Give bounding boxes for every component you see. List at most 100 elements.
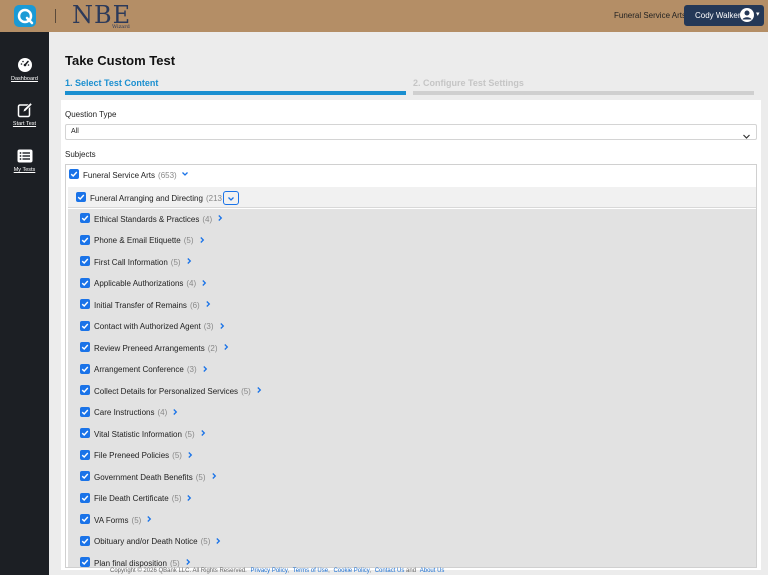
tree-topic-item: Obituary and/or Death Notice (5) (80, 535, 222, 551)
chevron-right-icon[interactable] (199, 429, 207, 439)
tree-topics-list: Ethical Standards & Practices (4) Phone & … (68, 209, 756, 568)
step-select-test-content[interactable]: 1. Select Test Content (65, 78, 158, 88)
step2-progress-bar (413, 91, 754, 95)
footer-link-contact[interactable]: Contact Us (375, 568, 405, 574)
footer-link-about[interactable]: About Us (420, 568, 445, 574)
chevron-right-icon[interactable] (171, 408, 179, 418)
checkbox-checked[interactable] (69, 169, 79, 179)
chevron-right-icon[interactable] (184, 558, 192, 567)
user-name: Cody Walker (695, 11, 741, 20)
chevron-right-icon[interactable] (255, 386, 263, 396)
chevron-right-icon[interactable] (145, 515, 153, 525)
checkbox-checked[interactable] (80, 428, 90, 438)
checkbox-checked[interactable] (80, 557, 90, 567)
tree-topic-item: Plan final disposition (5) (80, 557, 192, 568)
qbank-logo-icon[interactable] (14, 5, 36, 27)
checkbox-checked[interactable] (76, 192, 86, 202)
footer-link-cookie[interactable]: Cookie Policy (333, 568, 369, 574)
tree-item-count: (5) (183, 236, 194, 245)
tree-item-count: (213 (205, 193, 222, 203)
footer-copyright: Copyright © 2026 QBank LLC. All Rights R… (110, 568, 247, 574)
page-title: Take Custom Test (65, 53, 176, 68)
tree-item-count: (5) (169, 558, 180, 568)
checkbox-checked[interactable] (80, 492, 90, 503)
chevron-right-icon[interactable] (185, 257, 193, 267)
sidebar-item-start-test[interactable]: Start Test (0, 102, 49, 127)
tree-item-count: (5) (170, 257, 181, 267)
chevron-right-icon[interactable] (204, 300, 212, 310)
tree-item-count: (2) (207, 343, 218, 353)
tree-item-label: Contact with Authorized Agent (94, 322, 201, 331)
checkbox-checked[interactable] (80, 363, 90, 374)
tree-item-label: Applicable Authorizations (94, 279, 184, 288)
tree-topic-item: Phone & Email Etiquette (5) (80, 234, 206, 250)
chevron-down-icon[interactable] (181, 170, 189, 180)
tree-item-label: Funeral Service Arts (83, 170, 156, 180)
tree-item-count: (5) (172, 451, 182, 460)
checkbox-checked[interactable] (80, 342, 90, 352)
checkbox-checked[interactable] (80, 449, 90, 460)
tree-topic-item: File Preneed Policies (5) (80, 449, 194, 465)
dashboard-icon (17, 57, 33, 73)
user-avatar-icon (740, 8, 754, 22)
chevron-right-icon[interactable] (222, 343, 230, 353)
tree-item-count: (4) (186, 279, 197, 288)
checkbox-checked[interactable] (80, 535, 90, 546)
footer: Copyright © 2026 QBank LLC. All Rights R… (110, 568, 444, 574)
tree-topic-item: Care Instructions (4) (80, 406, 179, 422)
tree-category-item: Funeral Arranging and Directing (213 (76, 191, 239, 205)
chevron-right-icon[interactable] (186, 451, 194, 461)
chevron-right-icon[interactable] (198, 236, 206, 246)
sidebar-item-my-tests[interactable]: My Tests (0, 148, 49, 173)
tree-item-count: (6) (189, 300, 200, 310)
chevron-right-icon[interactable] (218, 322, 226, 332)
top-bar: NBE Wizard Funeral Service Arts Cody Wal… (0, 0, 768, 32)
chevron-right-icon[interactable] (185, 494, 193, 504)
tree-item-label: Arrangement Conference (94, 365, 184, 374)
chevron-right-icon[interactable] (214, 537, 222, 547)
user-menu-button[interactable]: Cody Walker ▾ (684, 5, 764, 26)
chevron-right-icon[interactable] (200, 279, 208, 289)
tree-item-count: (3) (186, 365, 197, 374)
footer-separator: and (406, 568, 417, 574)
tree-topic-item: Contact with Authorized Agent (3) (80, 320, 226, 336)
checkbox-checked[interactable] (80, 234, 90, 245)
tree-topic-item: VA Forms (5) (80, 514, 153, 529)
chevron-right-icon[interactable] (216, 214, 224, 224)
checkbox-checked[interactable] (80, 256, 90, 266)
chevron-right-icon[interactable] (210, 472, 218, 482)
subjects-tree: Funeral Service Arts (653) Funeral Arrang… (65, 164, 757, 568)
chevron-down-icon[interactable] (222, 191, 239, 205)
question-type-label: Question Type (65, 110, 117, 119)
checkbox-checked[interactable] (80, 213, 90, 223)
tree-item-label: Phone & Email Etiquette (94, 236, 181, 245)
footer-separator: , (328, 568, 330, 574)
tree-item-count: (653) (158, 170, 177, 180)
nbe-wizard-logo-sub: Wizard (112, 24, 130, 30)
tree-topic-item: Government Death Benefits (5) (80, 471, 218, 486)
current-subject: Funeral Service Arts (614, 11, 687, 20)
footer-link-privacy[interactable]: Privacy Policy (251, 568, 288, 574)
logo-divider (55, 9, 56, 23)
sidebar: Dashboard Start Test My Tests (0, 32, 49, 575)
checkbox-checked[interactable] (80, 514, 90, 524)
tree-item-count: (5) (184, 429, 195, 439)
sidebar-item-dashboard[interactable]: Dashboard (0, 57, 49, 82)
list-icon (17, 148, 33, 164)
checkbox-checked[interactable] (80, 385, 90, 395)
chevron-down-icon (742, 128, 751, 146)
tree-item-count: (3) (203, 322, 214, 331)
question-type-select[interactable]: All (65, 124, 757, 140)
checkbox-checked[interactable] (80, 277, 90, 288)
footer-link-terms[interactable]: Terms of Use (293, 568, 328, 574)
checkbox-checked[interactable] (80, 471, 90, 481)
checkbox-checked[interactable] (80, 299, 90, 309)
checkbox-checked[interactable] (80, 320, 90, 331)
checkbox-checked[interactable] (80, 406, 90, 417)
tree-topic-item: Review Preneed Arrangements (2) (80, 342, 230, 357)
tree-topic-item: Vital Statistic Information (5) (80, 428, 207, 443)
tree-topic-item: Arrangement Conference (3) (80, 363, 209, 379)
tree-item-count: (5) (200, 537, 211, 546)
chevron-right-icon[interactable] (201, 365, 209, 375)
tree-item-count: (4) (202, 214, 213, 224)
